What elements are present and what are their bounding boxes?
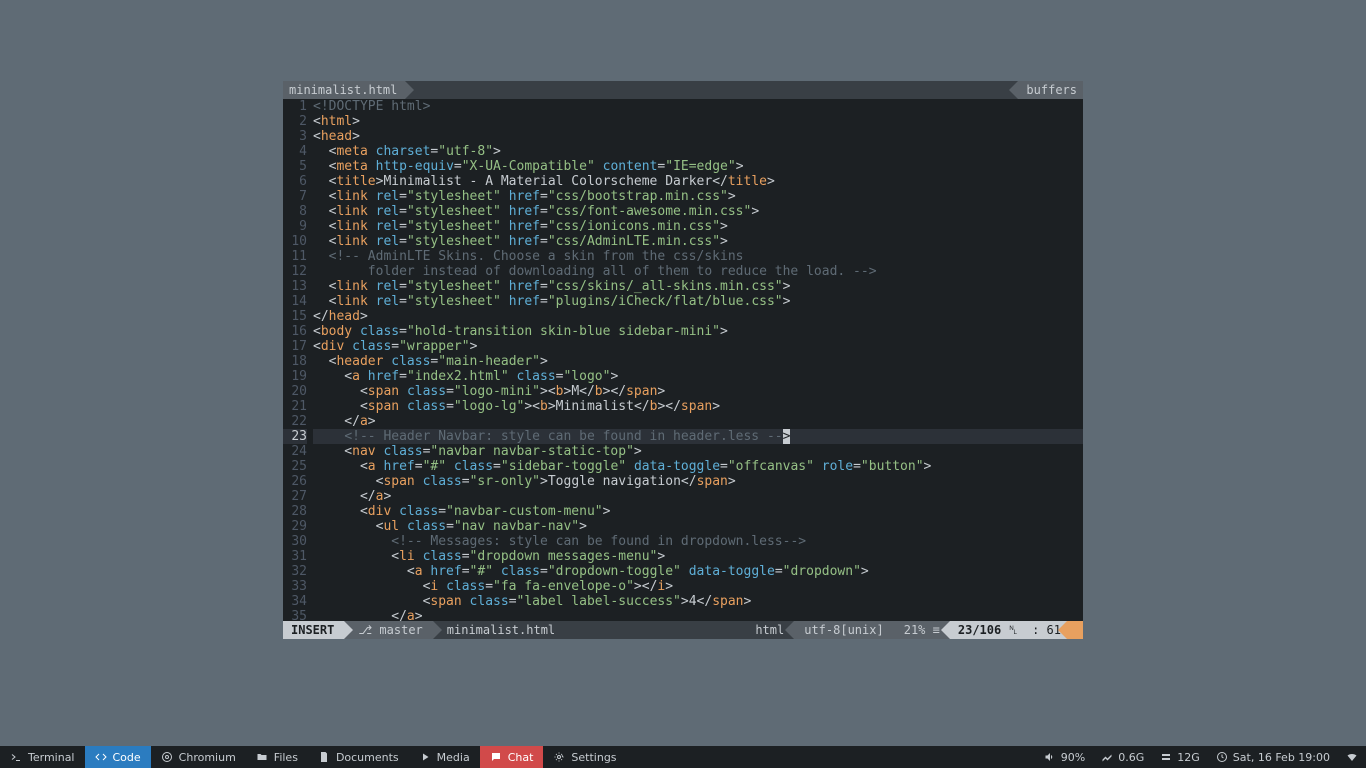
line-number: 5	[283, 159, 307, 174]
code-content[interactable]: <!DOCTYPE html><html><head> <meta charse…	[313, 99, 1083, 621]
settings-icon	[553, 751, 565, 763]
cpu-value: 0.6G	[1118, 751, 1144, 764]
document-icon	[318, 751, 330, 763]
chromium-icon	[161, 751, 173, 763]
line-number: 31	[283, 549, 307, 564]
taskbar-item-documents[interactable]: Documents	[308, 746, 409, 768]
line-number: 10	[283, 234, 307, 249]
mode-segment: INSERT	[283, 621, 344, 639]
line-number: 2	[283, 114, 307, 129]
taskbar-item-code[interactable]: Code	[85, 746, 151, 768]
line-number-gutter: 1234567891011121314151617181920212223242…	[283, 99, 313, 621]
line-number: 26	[283, 474, 307, 489]
wifi-icon	[1346, 751, 1358, 763]
line-number: 4	[283, 144, 307, 159]
line-number: 34	[283, 594, 307, 609]
line-number: 35	[283, 609, 307, 621]
taskbar-item-media[interactable]: Media	[409, 746, 480, 768]
filename-segment: minimalist.html	[433, 621, 563, 639]
taskbar-item-settings[interactable]: Settings	[543, 746, 626, 768]
disk-value: 12G	[1177, 751, 1200, 764]
wifi-indicator[interactable]	[1338, 746, 1366, 768]
line-number: 7	[283, 189, 307, 204]
line-number: 22	[283, 414, 307, 429]
taskbar-label: Files	[274, 751, 298, 764]
line-number: 12	[283, 264, 307, 279]
line-number: 18	[283, 354, 307, 369]
clock-icon	[1216, 751, 1228, 763]
file-tab[interactable]: minimalist.html	[283, 81, 405, 99]
line-number: 33	[283, 579, 307, 594]
taskbar-label: Code	[113, 751, 141, 764]
volume-value: 90%	[1061, 751, 1085, 764]
code-area[interactable]: 1234567891011121314151617181920212223242…	[283, 99, 1083, 621]
taskbar-label: Settings	[571, 751, 616, 764]
line-number: 8	[283, 204, 307, 219]
cpu-indicator[interactable]: 0.6G	[1093, 746, 1152, 768]
line-number: 19	[283, 369, 307, 384]
line-number: 1	[283, 99, 307, 114]
line-number: 21	[283, 399, 307, 414]
taskbar-label: Terminal	[28, 751, 75, 764]
encoding-segment: utf-8[unix]	[794, 621, 893, 639]
editor-window: minimalist.html buffers 1234567891011121…	[283, 81, 1083, 639]
buffers-tab[interactable]: buffers	[1018, 81, 1083, 99]
line-number: 15	[283, 309, 307, 324]
disk-indicator[interactable]: 12G	[1152, 746, 1208, 768]
disk-icon	[1160, 751, 1172, 763]
folder-icon	[256, 751, 268, 763]
taskbar-item-files[interactable]: Files	[246, 746, 308, 768]
chat-icon	[490, 751, 502, 763]
git-branch-segment: ⎇ master	[344, 621, 432, 639]
branch-name: master	[379, 623, 422, 637]
taskbar-label: Documents	[336, 751, 399, 764]
taskbar-item-chat[interactable]: Chat	[480, 746, 544, 768]
line-number: 17	[283, 339, 307, 354]
taskbar-label: Chromium	[179, 751, 236, 764]
line-number: 6	[283, 174, 307, 189]
clock-indicator[interactable]: Sat, 16 Feb 19:00	[1208, 746, 1338, 768]
status-bar: INSERT ⎇ master minimalist.html html utf…	[283, 621, 1083, 639]
line-number: 9	[283, 219, 307, 234]
line-number: 32	[283, 564, 307, 579]
chart-icon	[1101, 751, 1113, 763]
taskbar: Terminal Code Chromium Files Documents Media C…	[0, 746, 1366, 768]
tab-bar: minimalist.html buffers	[283, 81, 1083, 99]
media-icon	[419, 751, 431, 763]
line-number: 14	[283, 294, 307, 309]
line-number: 29	[283, 519, 307, 534]
branch-icon: ⎇	[358, 623, 372, 637]
taskbar-label: Media	[437, 751, 470, 764]
volume-indicator[interactable]: 90%	[1036, 746, 1093, 768]
line-number: 23	[283, 429, 307, 444]
code-icon	[95, 751, 107, 763]
volume-icon	[1044, 751, 1056, 763]
taskbar-label: Chat	[508, 751, 534, 764]
line-number: 3	[283, 129, 307, 144]
line-number: 20	[283, 384, 307, 399]
line-number: 25	[283, 459, 307, 474]
terminal-icon	[10, 751, 22, 763]
line-number: 16	[283, 324, 307, 339]
taskbar-tray: 90% 0.6G 12G Sat, 16 Feb 19:00	[1036, 746, 1366, 768]
taskbar-item-terminal[interactable]: Terminal	[0, 746, 85, 768]
taskbar-item-chromium[interactable]: Chromium	[151, 746, 246, 768]
position-segment: 23/106 ␤	[950, 621, 1026, 639]
line-number: 28	[283, 504, 307, 519]
line-number: 13	[283, 279, 307, 294]
line-number: 30	[283, 534, 307, 549]
warning-indicator	[1067, 621, 1083, 639]
line-number: 24	[283, 444, 307, 459]
line-number: 11	[283, 249, 307, 264]
clock-value: Sat, 16 Feb 19:00	[1233, 751, 1330, 764]
line-number: 27	[283, 489, 307, 504]
